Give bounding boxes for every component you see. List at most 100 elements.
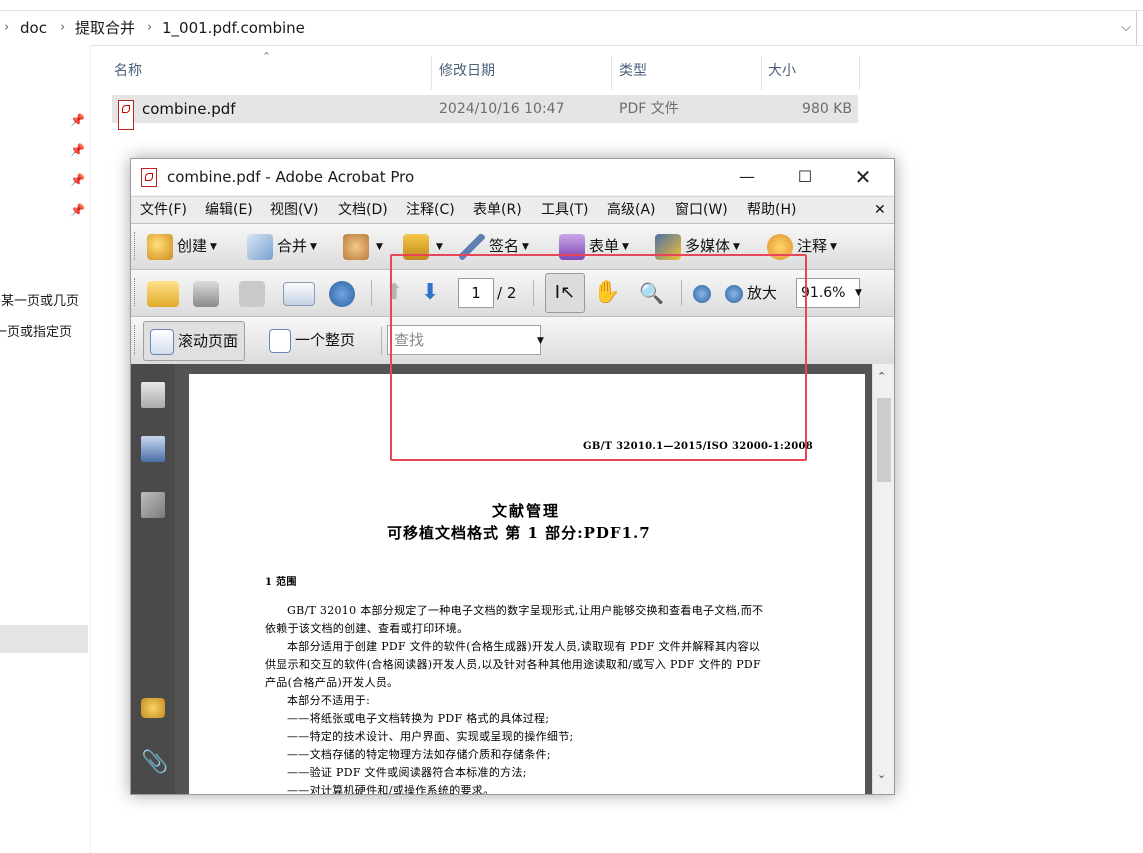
comments-icon[interactable] [141,698,165,718]
column-divider[interactable] [761,56,762,90]
single-page-button[interactable]: 一个整页 [269,323,355,357]
menu-view[interactable]: 视图(V) [270,197,319,223]
nav-item-label[interactable]: 中某一页或几页 [0,290,79,309]
address-bar[interactable]: › doc › 提取合并 › 1_001.pdf.combine ⌵ [0,10,1143,46]
save-button[interactable] [239,276,269,310]
body-line: 本部分适用于创建 PDF 文件的软件(合格生成器)开发人员,读取现有 PDF 文… [287,640,761,653]
chevron-right-icon: › [60,20,66,35]
menu-edit[interactable]: 编辑(E) [205,197,253,223]
file-row[interactable]: combine.pdf 2024/10/16 10:47 PDF 文件 980 … [112,95,858,130]
sort-up-icon: ⌃ [262,50,272,63]
printer-icon [193,280,219,307]
scroll-up-icon[interactable]: ⌃ [877,370,886,383]
column-header-size[interactable]: 大小 [768,52,796,90]
pin-icon[interactable]: 📌 [70,173,85,187]
email-button[interactable] [283,276,319,310]
toolbar-divider [371,280,372,306]
body-line: 依赖于该文档的创建、查看或打印环境。 [265,622,469,635]
menu-forms[interactable]: 表单(R) [473,197,522,223]
upload-button[interactable] [329,276,359,310]
window-title: combine.pdf - Adobe Acrobat Pro [167,168,415,186]
signatures-icon[interactable] [141,492,165,518]
column-divider[interactable] [611,56,612,90]
nav-item-label[interactable]: 一页或指定页 [0,321,72,340]
minimize-icon[interactable]: — [724,159,770,195]
body-line: ——验证 PDF 文件或阅读器符合本标准的方法; [287,766,527,779]
multimedia-label: 多媒体 [685,237,731,255]
chevron-right-icon: › [147,20,153,35]
collaborate-button[interactable]: ▼ [343,229,383,263]
navigation-pane: 📌 📌 📌 📌 中某一页或几页 一页或指定页 [0,45,91,853]
chevron-right-icon: › [4,20,10,35]
upload-globe-icon [329,280,355,307]
combine-label: 合并 [277,237,308,255]
body-line: ——文档存储的特定物理方法如存储介质和存储条件; [287,748,551,761]
pin-icon[interactable]: 📌 [70,113,85,127]
comment-label: 注释 [797,237,828,255]
menu-file[interactable]: 文件(F) [140,197,187,223]
highlight-box [390,254,807,461]
sign-label: 签名 [489,237,520,255]
column-header-name[interactable]: 名称 [114,52,142,90]
attachments-icon[interactable]: 📎 [141,750,168,776]
menu-bar: 文件(F) 编辑(E) 视图(V) 文档(D) 注释(C) 表单(R) 工具(T… [131,196,894,223]
body-line: 供显示和交互的软件(合格阅读器)开发人员,以及针对各种其他用途读取和/或写入 P… [265,658,761,671]
forms-label: 表单 [589,237,620,255]
open-button[interactable] [147,276,183,310]
menu-help[interactable]: 帮助(H) [747,197,796,223]
pages-icon[interactable] [141,382,165,408]
menu-tools[interactable]: 工具(T) [541,197,588,223]
navigation-panel: 📎 [131,364,175,794]
acrobat-app-icon [141,168,157,191]
nav-selected-item[interactable] [0,625,88,653]
save-icon [239,280,265,307]
scroll-thumb[interactable] [877,398,891,482]
close-icon[interactable]: ✕ [840,159,886,195]
body-line: ——对计算机硬件和/或操作系统的要求。 [287,784,495,795]
toolbar-grip[interactable] [134,278,138,306]
pin-icon[interactable]: 📌 [70,203,85,217]
file-type: PDF 文件 [619,101,679,117]
toolbar-grip[interactable] [134,325,138,355]
folder-icon [147,280,179,307]
pin-icon[interactable]: 📌 [70,143,85,157]
scroll-down-icon[interactable]: ⌄ [877,768,886,781]
body-line: GB/T 32010 本部分规定了一种电子文档的数字呈现形式,让用户能够交换和查… [287,604,764,617]
body-line: ——将纸张或电子文档转换为 PDF 格式的具体过程; [287,712,550,725]
menu-advanced[interactable]: 高级(A) [607,197,656,223]
file-modified: 2024/10/16 10:47 [439,101,565,117]
title-bar[interactable]: combine.pdf - Adobe Acrobat Pro — ☐ ✕ [131,159,894,195]
print-button[interactable] [193,276,223,310]
column-header-type[interactable]: 类型 [619,52,647,90]
body-line: ——特定的技术设计、用户界面、实现或呈现的操作细节; [287,730,574,743]
create-label: 创建 [177,237,208,255]
breadcrumb-doc[interactable]: doc [20,11,47,45]
single-page-label: 一个整页 [295,331,356,349]
doc-title-1: 文献管理 [492,502,561,520]
scrolling-pages-button[interactable]: 滚动页面 [143,321,246,361]
create-icon [147,233,173,260]
maximize-icon[interactable]: ☐ [782,159,828,195]
toolbar-grip[interactable] [134,232,138,260]
scroll-page-icon [150,328,174,355]
vertical-scrollbar[interactable]: ⌃ ⌄ [872,364,894,794]
column-divider[interactable] [431,56,432,90]
zoom-dropdown-icon[interactable]: ▼ [855,276,862,310]
combine-button[interactable]: 合并 ▼ [247,229,317,263]
close-document-icon[interactable]: ✕ [874,197,886,223]
menu-document[interactable]: 文档(D) [338,197,388,223]
menu-comments[interactable]: 注释(C) [406,197,455,223]
breadcrumb-current-folder[interactable]: 1_001.pdf.combine [162,11,305,45]
create-button[interactable]: 创建 ▼ [147,229,217,263]
scrolling-label: 滚动页面 [178,332,239,350]
file-size: 980 KB [802,101,852,117]
breadcrumb-extract-merge[interactable]: 提取合并 [75,11,135,45]
bookmarks-icon[interactable] [141,436,165,462]
single-page-icon [269,328,291,353]
chevron-down-icon[interactable]: ⌵ [1121,11,1131,45]
column-header-modified[interactable]: 修改日期 [439,52,495,90]
column-divider[interactable] [859,56,860,90]
combine-icon [247,233,273,260]
menu-window[interactable]: 窗口(W) [675,197,728,223]
section-heading: 1 范围 [265,577,297,588]
